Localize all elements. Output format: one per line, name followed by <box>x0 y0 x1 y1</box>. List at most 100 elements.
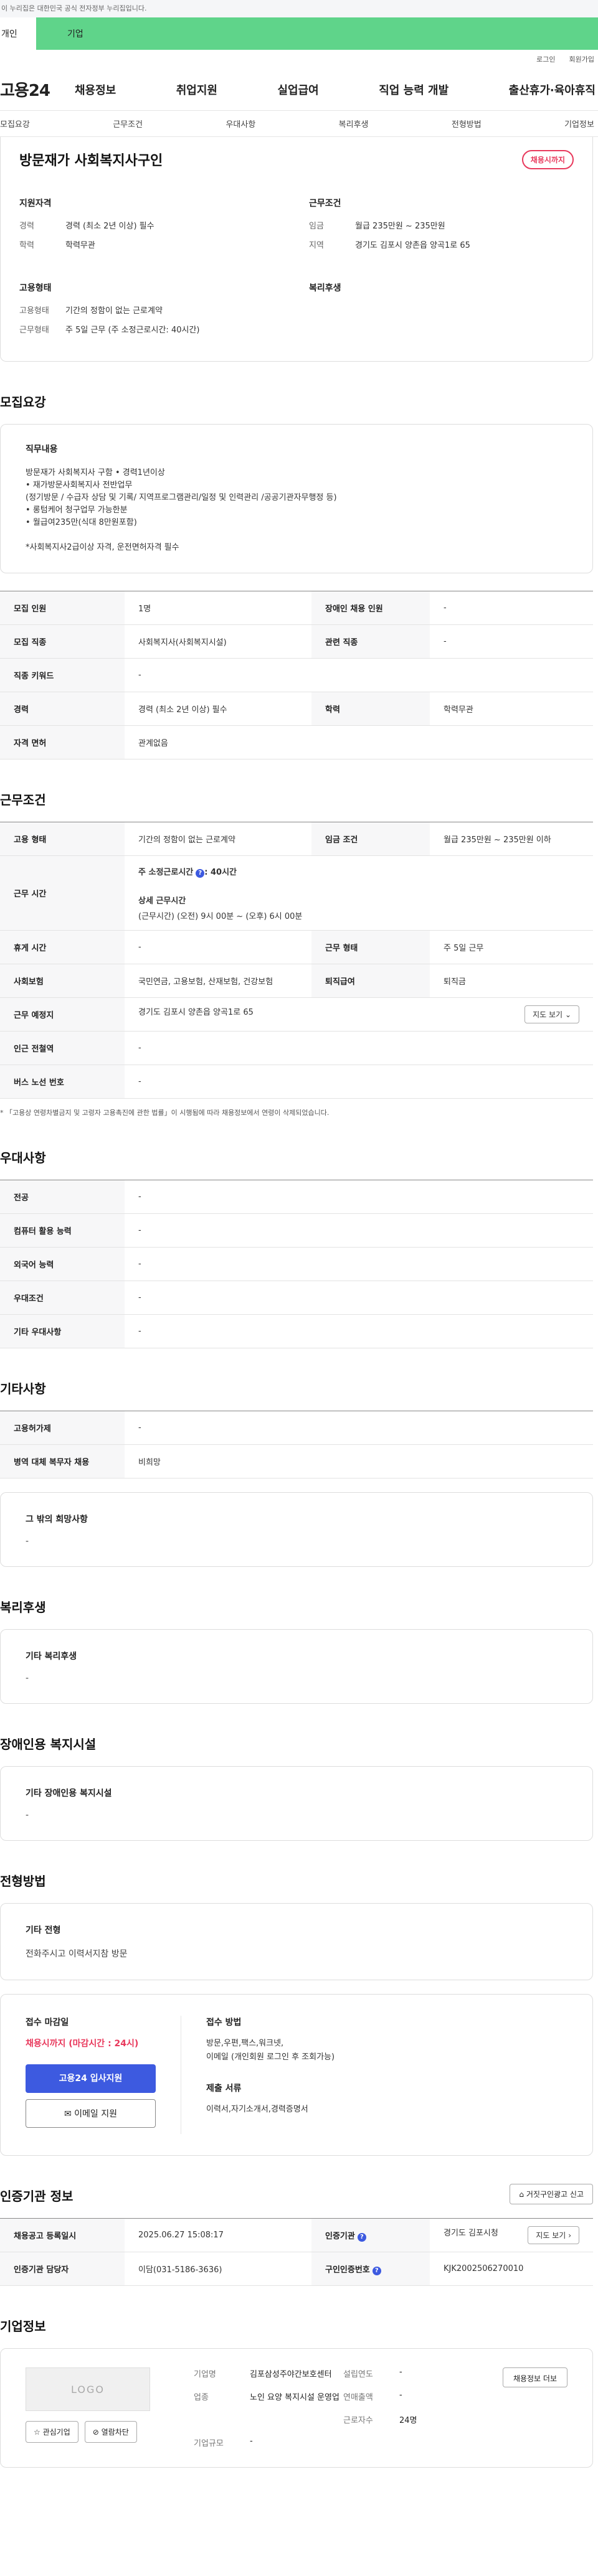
cell-label: 채용공고 등록일시 <box>0 2218 125 2252</box>
gnb-vocational-training[interactable]: 직업 능력 개발 <box>379 82 448 98</box>
cell-label: 고용허가제 <box>0 1411 125 1445</box>
map-view-label: 지도 보기 <box>536 2231 566 2240</box>
map-view-button[interactable]: 지도 보기 ⌄ <box>524 1005 579 1023</box>
table-row: 사회보험 국민연금, 고용보험, 산재보험, 건강보험 퇴직급여 퇴직금 <box>0 964 593 998</box>
summary-workform-label: 근무형태 <box>19 326 49 335</box>
cell-label: 모집 인원 <box>0 591 125 625</box>
map-view-button[interactable]: 지도 보기 › <box>528 2226 579 2244</box>
duty-card: 직무내용 방문재가 사회복지사 구함 • 경력1년이상 • 재가방문사회복지사 … <box>0 424 593 573</box>
global-nav: 고용24 채용정보 취업지원 실업급여 직업 능력 개발 출산휴가·육아휴직 <box>0 68 598 111</box>
summary-wage-value: 월급 235만원 ~ 235만원 <box>355 222 445 231</box>
cell-label: 인증기관 담당자 <box>0 2252 125 2286</box>
company-industry-label: 업종 <box>194 2393 209 2402</box>
anchor-preference[interactable]: 우대사항 <box>225 118 255 129</box>
mail-icon: ✉ <box>64 2109 72 2119</box>
summary-workform-value: 주 5일 근무 (주 소정근로시간: 40시간) <box>65 326 200 335</box>
docs-title: 제출 서류 <box>206 2084 242 2094</box>
table-row: 전공 - <box>0 1180 593 1214</box>
tab-company[interactable]: 기업 <box>36 17 598 50</box>
other-wishes-title: 그 밖의 희망사항 <box>26 1515 88 1525</box>
work-hours-cell: 주 소정근로시간?: 40시간 상세 근무시간 (근무시간) (오전) 9시 0… <box>125 855 593 931</box>
cell-value: 경기도 김포시청 지도 보기 › <box>430 2218 593 2252</box>
cell-label: 학력 <box>311 692 430 726</box>
info-icon[interactable]: ? <box>357 2232 366 2242</box>
signup-link[interactable]: 회원가입 <box>569 54 594 64</box>
cell-label: 외국어 능력 <box>0 1247 125 1281</box>
company-heading: 기업정보 <box>0 2319 46 2334</box>
tab-personal[interactable]: 개인 <box>0 17 36 50</box>
etc-heading: 기타사항 <box>0 1381 46 1396</box>
gnb-maternity-leave[interactable]: 출산휴가·육아휴직 <box>509 82 596 98</box>
cell-value: 주 5일 근무 <box>430 930 593 964</box>
cell-value: - <box>125 1247 593 1281</box>
email-apply-button[interactable]: ✉ 이메일 지원 <box>26 2099 156 2128</box>
cell-value: - <box>125 1281 593 1315</box>
summary-conditions: 근무조건 임금 월급 235만원 ~ 235만원 지역 경기도 김포시 양촌읍 양곡… <box>309 197 574 258</box>
welfare-heading: 복리후생 <box>0 1600 46 1615</box>
selection-value: 전화주시고 이력서지참 방문 <box>26 1949 128 1959</box>
company-size-value: - <box>250 2437 253 2446</box>
summary-wage-label: 임금 <box>309 222 324 231</box>
selection-title: 기타 전형 <box>26 1925 61 1935</box>
gnb-unemployment-benefit[interactable]: 실업급여 <box>278 82 319 98</box>
block-view-button[interactable]: ⊘ 열람차단 <box>84 2421 137 2443</box>
gov-banner: 이 누리집은 대한민국 공식 전자정부 누리집입니다. <box>0 0 598 17</box>
cell-label: 자격 면허 <box>0 725 125 759</box>
recruit-table: 모집 인원 1명 장애인 채용 인원 - 모집 직종 사회복지사(사회복지시설)… <box>0 591 593 759</box>
cell-label: 퇴직급여 <box>311 964 430 998</box>
table-row: 모집 직종 사회복지사(사회복지시설) 관련 직종 - <box>0 624 593 659</box>
cert-no-label: 구인인증번호 <box>325 2265 370 2275</box>
anchor-recruit[interactable]: 모집요강 <box>0 118 30 129</box>
info-icon[interactable]: ? <box>372 2266 381 2275</box>
favorite-company-button[interactable]: ☆ 관심기업 <box>26 2421 78 2443</box>
cell-label: 인근 전철역 <box>0 1031 125 1065</box>
info-icon[interactable]: ? <box>196 868 205 878</box>
user-type-tabs: 개인 기업 <box>0 17 598 50</box>
summary-emp-title: 고용형태 <box>19 283 52 293</box>
cell-value: - <box>125 1065 593 1099</box>
table-row: 직종 키워드 - <box>0 658 593 692</box>
cell-value: - <box>125 1031 593 1065</box>
docs-value: 이력서,자기소개서,경력증명서 <box>206 2105 308 2114</box>
job-title: 방문재가 사회복지사구인 <box>19 153 163 169</box>
cell-value: 퇴직금 <box>430 964 593 998</box>
cell-value: 경력 (최소 2년 이상) 필수 <box>125 692 311 726</box>
anchor-company[interactable]: 기업정보 <box>564 118 594 129</box>
cell-value: 학력무관 <box>430 692 593 726</box>
summary-welfare-title: 복리후생 <box>309 283 341 293</box>
site-logo[interactable]: 고용24 <box>0 78 75 101</box>
cell-label: 휴게 시간 <box>0 930 125 964</box>
welfare-card: 기타 복리후생 - <box>0 1629 593 1704</box>
method-title: 접수 방법 <box>206 2018 242 2028</box>
company-jobs-button[interactable]: 채용정보 더보 <box>502 2367 567 2387</box>
cell-label: 전공 <box>0 1180 125 1214</box>
cell-label: 우대조건 <box>0 1281 125 1315</box>
gnb-employment-support[interactable]: 취업지원 <box>176 82 217 98</box>
chevron-right-icon: › <box>568 2231 571 2240</box>
anchor-welfare[interactable]: 복리후생 <box>339 118 369 129</box>
report-false-ad-button[interactable]: ⌂ 거짓구인광고 신고 <box>510 2184 593 2204</box>
login-link[interactable]: 로그인 <box>536 54 555 64</box>
age-notice: * 「고용상 연령차별금지 및 고령자 고용촉진에 관한 법률」이 시행됨에 따… <box>0 1109 330 1117</box>
star-icon: ☆ <box>34 2428 40 2437</box>
summary-qualification: 지원자격 경력 경력 (최소 2년 이상) 필수 학력 학력무관 <box>19 197 284 258</box>
company-employees-value: 24명 <box>399 2416 417 2425</box>
detail-hours-label: 상세 근무시간 <box>138 896 186 906</box>
map-view-label: 지도 보기 <box>533 1010 563 1019</box>
summary-employment: 고용형태 고용형태 기간의 정함이 없는 근로계약 근무형태 주 5일 근무 (주 … <box>19 281 284 342</box>
apply-card: 접수 마감일 채용시까지 (마감시간 : 24시) 고용24 입사지원 ✉ 이메… <box>0 1994 593 2156</box>
table-row: 경력 경력 (최소 2년 이상) 필수 학력 학력무관 <box>0 692 593 726</box>
gnb-job-info[interactable]: 채용정보 <box>75 82 116 98</box>
apply-button[interactable]: 고용24 입사지원 <box>26 2064 156 2093</box>
summary-career-label: 경력 <box>19 222 34 231</box>
institution-heading: 인증기관 정보 <box>0 2189 74 2204</box>
company-year-value: - <box>399 2367 402 2377</box>
preference-table: 전공 - 컴퓨터 활용 능력 - 외국어 능력 - 우대조건 - 기타 우대사항 - <box>0 1180 593 1348</box>
disabled-facility-card: 기타 장애인용 복지시설 - <box>0 1766 593 1841</box>
anchor-selection[interactable]: 전형방법 <box>452 118 482 129</box>
cell-label: 장애인 채용 인원 <box>311 591 430 625</box>
cell-label: 구인인증번호? <box>311 2252 430 2286</box>
anchor-conditions[interactable]: 근무조건 <box>113 118 143 129</box>
cell-value: - <box>125 658 593 692</box>
other-wishes-card: 그 밖의 희망사항 - <box>0 1492 593 1567</box>
